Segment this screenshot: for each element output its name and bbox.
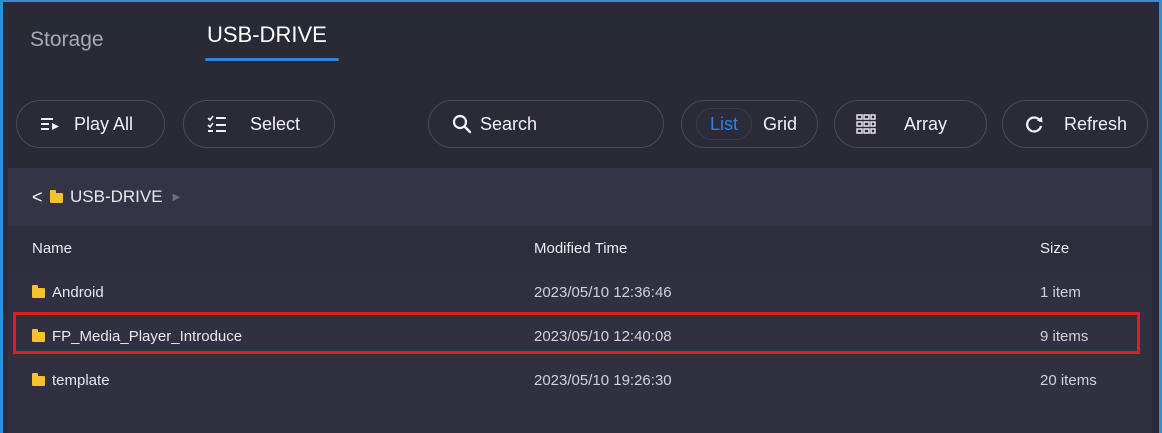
row-size: 9 items — [1040, 327, 1089, 345]
search-input[interactable]: Search — [428, 100, 664, 148]
view-grid-option[interactable]: Grid — [763, 114, 797, 135]
table-row[interactable]: Android 2023/05/10 12:36:46 1 item — [8, 270, 1152, 314]
refresh-label: Refresh — [1064, 113, 1128, 134]
row-name-cell: FP_Media_Player_Introduce — [32, 314, 242, 358]
breadcrumb-arrow-icon: ▶ — [172, 191, 181, 203]
table-row[interactable]: FP_Media_Player_Introduce 2023/05/10 12:… — [8, 314, 1152, 358]
row-name: template — [52, 371, 110, 389]
refresh-icon — [1022, 112, 1046, 136]
row-size: 1 item — [1040, 283, 1081, 301]
row-name-cell: Android — [32, 270, 104, 314]
row-size: 20 items — [1040, 371, 1097, 389]
tab-storage[interactable]: Storage — [30, 28, 104, 52]
column-header-modified[interactable]: Modified Time — [534, 226, 627, 270]
folder-icon — [50, 190, 63, 203]
column-header-size[interactable]: Size — [1040, 226, 1069, 270]
checklist-icon — [205, 112, 229, 136]
search-icon — [450, 112, 474, 136]
play-all-label: Play All — [74, 113, 134, 134]
row-modified: 2023/05/10 19:26:30 — [534, 371, 672, 389]
file-browser-panel: < USB-DRIVE ▶ Name Modified Time Size An… — [8, 168, 1152, 433]
array-label: Array — [904, 113, 948, 134]
row-modified: 2023/05/10 12:40:08 — [534, 327, 672, 345]
folder-icon — [32, 329, 45, 342]
table-row[interactable]: template 2023/05/10 19:26:30 20 items — [8, 358, 1152, 402]
play-list-icon — [38, 112, 62, 136]
search-placeholder: Search — [480, 113, 538, 134]
breadcrumb: < USB-DRIVE ▶ — [8, 168, 1152, 226]
tab-usb-drive[interactable]: USB-DRIVE — [207, 22, 327, 48]
table-header: Name Modified Time Size — [8, 226, 1152, 270]
row-modified: 2023/05/10 12:36:46 — [534, 283, 672, 301]
refresh-button[interactable]: Refresh — [1002, 100, 1148, 148]
row-name: FP_Media_Player_Introduce — [52, 327, 243, 345]
array-button[interactable]: Array — [834, 100, 987, 148]
grid-icon — [854, 112, 878, 136]
breadcrumb-path[interactable]: USB-DRIVE — [70, 187, 163, 207]
back-chevron-icon[interactable]: < — [32, 187, 50, 208]
folder-icon — [32, 285, 45, 298]
column-header-name[interactable]: Name — [32, 226, 72, 270]
active-tab-indicator — [205, 58, 339, 61]
select-label: Select — [250, 113, 301, 134]
view-mode-toggle: List Grid — [681, 100, 818, 148]
row-name: Android — [52, 283, 104, 301]
select-button[interactable]: Select — [183, 100, 335, 148]
row-name-cell: template — [32, 358, 110, 402]
play-all-button[interactable]: Play All — [16, 100, 165, 148]
folder-icon — [32, 373, 45, 386]
view-list-option[interactable]: List — [696, 108, 752, 140]
